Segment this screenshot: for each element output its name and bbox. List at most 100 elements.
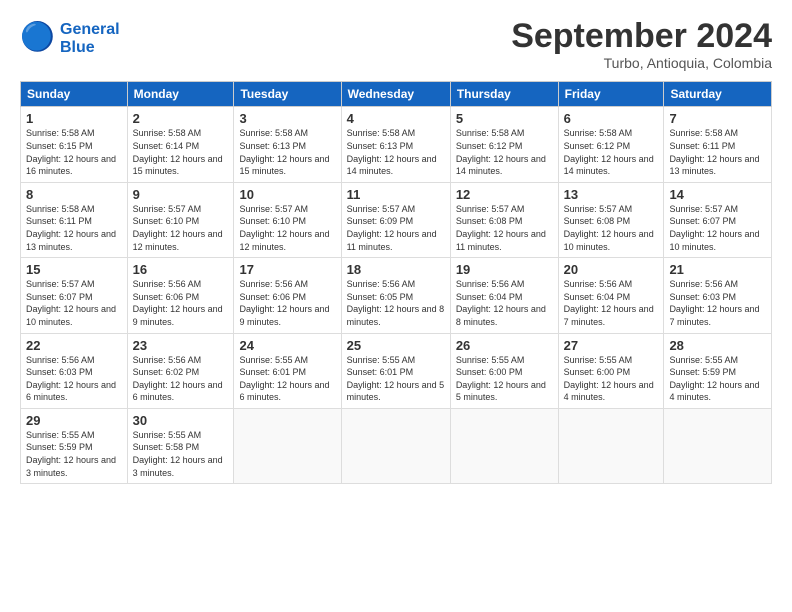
calendar-cell: 3 Sunrise: 5:58 AM Sunset: 6:13 PM Dayli… [234,107,341,182]
day-info: Sunrise: 5:55 AM Sunset: 6:00 PM Dayligh… [456,354,553,404]
month-title: September 2024 [511,18,772,55]
logo-line2: Blue [60,39,120,57]
day-info: Sunrise: 5:58 AM Sunset: 6:13 PM Dayligh… [239,127,335,177]
calendar-cell: 6 Sunrise: 5:58 AM Sunset: 6:12 PM Dayli… [558,107,664,182]
logo-icon: 🔵 [20,18,56,54]
day-info: Sunrise: 5:58 AM Sunset: 6:12 PM Dayligh… [456,127,553,177]
day-number: 12 [456,187,553,202]
calendar-cell: 18 Sunrise: 5:56 AM Sunset: 6:05 PM Dayl… [341,258,450,333]
calendar-table: Sunday Monday Tuesday Wednesday Thursday… [20,81,772,484]
calendar-cell: 13 Sunrise: 5:57 AM Sunset: 6:08 PM Dayl… [558,182,664,257]
day-number: 23 [133,338,229,353]
day-number: 2 [133,111,229,126]
calendar-cell: 2 Sunrise: 5:58 AM Sunset: 6:14 PM Dayli… [127,107,234,182]
day-info: Sunrise: 5:56 AM Sunset: 6:03 PM Dayligh… [26,354,122,404]
page: 🔵 General Blue September 2024 Turbo, Ant… [0,0,792,612]
day-info: Sunrise: 5:56 AM Sunset: 6:02 PM Dayligh… [133,354,229,404]
calendar-cell: 16 Sunrise: 5:56 AM Sunset: 6:06 PM Dayl… [127,258,234,333]
calendar-cell [664,408,772,483]
day-info: Sunrise: 5:56 AM Sunset: 6:04 PM Dayligh… [456,278,553,328]
day-number: 10 [239,187,335,202]
title-block: September 2024 Turbo, Antioquia, Colombi… [511,18,772,71]
calendar-week-5: 29 Sunrise: 5:55 AM Sunset: 5:59 PM Dayl… [21,408,772,483]
day-number: 4 [347,111,445,126]
day-number: 1 [26,111,122,126]
calendar-cell: 4 Sunrise: 5:58 AM Sunset: 6:13 PM Dayli… [341,107,450,182]
calendar-cell: 8 Sunrise: 5:58 AM Sunset: 6:11 PM Dayli… [21,182,128,257]
day-info: Sunrise: 5:57 AM Sunset: 6:09 PM Dayligh… [347,203,445,253]
calendar-cell: 28 Sunrise: 5:55 AM Sunset: 5:59 PM Dayl… [664,333,772,408]
day-info: Sunrise: 5:58 AM Sunset: 6:11 PM Dayligh… [26,203,122,253]
day-number: 14 [669,187,766,202]
day-info: Sunrise: 5:56 AM Sunset: 6:04 PM Dayligh… [564,278,659,328]
calendar-cell: 11 Sunrise: 5:57 AM Sunset: 6:09 PM Dayl… [341,182,450,257]
day-info: Sunrise: 5:57 AM Sunset: 6:07 PM Dayligh… [669,203,766,253]
calendar-week-2: 8 Sunrise: 5:58 AM Sunset: 6:11 PM Dayli… [21,182,772,257]
calendar-cell: 29 Sunrise: 5:55 AM Sunset: 5:59 PM Dayl… [21,408,128,483]
calendar-header-row: Sunday Monday Tuesday Wednesday Thursday… [21,82,772,107]
calendar-week-1: 1 Sunrise: 5:58 AM Sunset: 6:15 PM Dayli… [21,107,772,182]
calendar-week-4: 22 Sunrise: 5:56 AM Sunset: 6:03 PM Dayl… [21,333,772,408]
day-number: 15 [26,262,122,277]
day-number: 24 [239,338,335,353]
calendar-cell: 27 Sunrise: 5:55 AM Sunset: 6:00 PM Dayl… [558,333,664,408]
calendar-cell: 1 Sunrise: 5:58 AM Sunset: 6:15 PM Dayli… [21,107,128,182]
calendar-cell: 25 Sunrise: 5:55 AM Sunset: 6:01 PM Dayl… [341,333,450,408]
day-info: Sunrise: 5:57 AM Sunset: 6:10 PM Dayligh… [133,203,229,253]
day-number: 25 [347,338,445,353]
day-info: Sunrise: 5:56 AM Sunset: 6:06 PM Dayligh… [239,278,335,328]
day-number: 22 [26,338,122,353]
day-number: 30 [133,413,229,428]
day-info: Sunrise: 5:55 AM Sunset: 5:58 PM Dayligh… [133,429,229,479]
day-info: Sunrise: 5:58 AM Sunset: 6:11 PM Dayligh… [669,127,766,177]
calendar-cell [558,408,664,483]
calendar-cell: 15 Sunrise: 5:57 AM Sunset: 6:07 PM Dayl… [21,258,128,333]
day-info: Sunrise: 5:55 AM Sunset: 6:00 PM Dayligh… [564,354,659,404]
location-subtitle: Turbo, Antioquia, Colombia [511,55,772,71]
day-number: 7 [669,111,766,126]
day-number: 26 [456,338,553,353]
day-number: 5 [456,111,553,126]
day-number: 18 [347,262,445,277]
header-sunday: Sunday [21,82,128,107]
calendar-cell: 7 Sunrise: 5:58 AM Sunset: 6:11 PM Dayli… [664,107,772,182]
day-number: 13 [564,187,659,202]
day-info: Sunrise: 5:57 AM Sunset: 6:08 PM Dayligh… [456,203,553,253]
header-tuesday: Tuesday [234,82,341,107]
calendar-cell: 21 Sunrise: 5:56 AM Sunset: 6:03 PM Dayl… [664,258,772,333]
calendar-cell: 23 Sunrise: 5:56 AM Sunset: 6:02 PM Dayl… [127,333,234,408]
calendar-cell [450,408,558,483]
day-number: 19 [456,262,553,277]
logo-line1: General [60,21,120,39]
calendar-cell: 9 Sunrise: 5:57 AM Sunset: 6:10 PM Dayli… [127,182,234,257]
logo: 🔵 General Blue [20,18,120,59]
day-number: 20 [564,262,659,277]
calendar-cell: 24 Sunrise: 5:55 AM Sunset: 6:01 PM Dayl… [234,333,341,408]
day-number: 27 [564,338,659,353]
day-info: Sunrise: 5:58 AM Sunset: 6:12 PM Dayligh… [564,127,659,177]
day-info: Sunrise: 5:56 AM Sunset: 6:03 PM Dayligh… [669,278,766,328]
day-info: Sunrise: 5:58 AM Sunset: 6:14 PM Dayligh… [133,127,229,177]
calendar-cell: 30 Sunrise: 5:55 AM Sunset: 5:58 PM Dayl… [127,408,234,483]
day-number: 21 [669,262,766,277]
day-info: Sunrise: 5:55 AM Sunset: 6:01 PM Dayligh… [239,354,335,404]
day-info: Sunrise: 5:58 AM Sunset: 6:13 PM Dayligh… [347,127,445,177]
calendar-cell: 20 Sunrise: 5:56 AM Sunset: 6:04 PM Dayl… [558,258,664,333]
calendar-cell: 22 Sunrise: 5:56 AM Sunset: 6:03 PM Dayl… [21,333,128,408]
day-number: 6 [564,111,659,126]
day-number: 11 [347,187,445,202]
day-info: Sunrise: 5:57 AM Sunset: 6:10 PM Dayligh… [239,203,335,253]
day-info: Sunrise: 5:57 AM Sunset: 6:08 PM Dayligh… [564,203,659,253]
header-friday: Friday [558,82,664,107]
calendar-cell: 10 Sunrise: 5:57 AM Sunset: 6:10 PM Dayl… [234,182,341,257]
day-number: 9 [133,187,229,202]
day-info: Sunrise: 5:57 AM Sunset: 6:07 PM Dayligh… [26,278,122,328]
header-saturday: Saturday [664,82,772,107]
day-info: Sunrise: 5:55 AM Sunset: 6:01 PM Dayligh… [347,354,445,404]
day-number: 8 [26,187,122,202]
header-thursday: Thursday [450,82,558,107]
calendar-week-3: 15 Sunrise: 5:57 AM Sunset: 6:07 PM Dayl… [21,258,772,333]
calendar-cell: 26 Sunrise: 5:55 AM Sunset: 6:00 PM Dayl… [450,333,558,408]
header-wednesday: Wednesday [341,82,450,107]
svg-text:🔵: 🔵 [20,20,55,53]
